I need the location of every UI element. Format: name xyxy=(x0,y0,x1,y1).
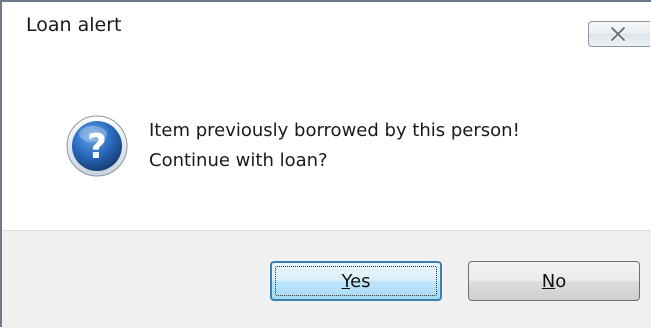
message-line-1: Item previously borrowed by this person! xyxy=(149,120,520,141)
yes-button[interactable]: Yes xyxy=(270,261,442,301)
loan-alert-dialog: Loan alert ? Item previously borrowed by… xyxy=(0,0,651,328)
button-bar: Yes No xyxy=(2,230,651,328)
dialog-content: ? Item previously borrowed by this perso… xyxy=(2,54,651,230)
message-line-2: Continue with loan? xyxy=(149,150,328,171)
yes-button-accelerator: Y xyxy=(341,271,351,292)
no-button-label: o xyxy=(555,271,567,292)
close-icon xyxy=(610,26,626,42)
svg-text:?: ? xyxy=(87,127,107,167)
no-button-accelerator: N xyxy=(541,271,556,292)
yes-button-label: es xyxy=(350,271,371,292)
window-title: Loan alert xyxy=(26,14,122,36)
dialog-message: Item previously borrowed by this person!… xyxy=(149,116,520,176)
title-bar[interactable]: Loan alert xyxy=(2,2,651,54)
no-button[interactable]: No xyxy=(468,261,640,301)
question-icon: ? xyxy=(66,115,128,177)
close-button[interactable] xyxy=(588,21,650,47)
